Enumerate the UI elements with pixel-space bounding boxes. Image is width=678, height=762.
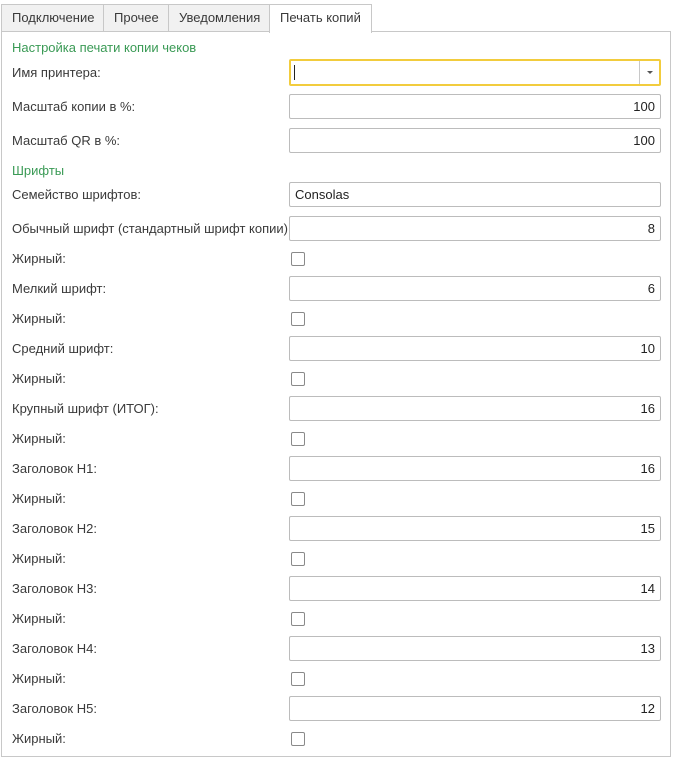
font-size-input[interactable]: 16 <box>289 456 661 481</box>
bold-label: Жирный: <box>12 251 66 266</box>
bold-checkbox[interactable] <box>291 492 305 506</box>
bold-checkbox[interactable] <box>291 552 305 566</box>
bold-checkbox[interactable] <box>291 372 305 386</box>
font-size-input[interactable]: 16 <box>289 396 661 421</box>
font-size-input[interactable]: 15 <box>289 516 661 541</box>
bold-label: Жирный: <box>12 431 66 446</box>
font-size-input[interactable]: 6 <box>289 276 661 301</box>
font-family-label: Семейство шрифтов: <box>12 187 141 202</box>
tab-connection[interactable]: Подключение <box>1 4 106 32</box>
bold-checkbox[interactable] <box>291 732 305 746</box>
qr-scale-label: Масштаб QR в %: <box>12 133 121 148</box>
font-size-input[interactable]: 8 <box>289 216 661 241</box>
bold-checkbox[interactable] <box>291 672 305 686</box>
tab-notifications[interactable]: Уведомления <box>168 4 272 32</box>
bold-checkbox[interactable] <box>291 432 305 446</box>
bold-label: Жирный: <box>12 371 66 386</box>
bold-label: Жирный: <box>12 731 66 746</box>
bold-checkbox[interactable] <box>291 612 305 626</box>
font-size-label: Крупный шрифт (ИТОГ): <box>12 401 159 416</box>
font-size-label: Заголовок H5: <box>12 701 97 716</box>
tab-print-copies[interactable]: Печать копий <box>269 4 372 33</box>
bold-checkbox[interactable] <box>291 252 305 266</box>
font-size-label: Заголовок H3: <box>12 581 97 596</box>
font-size-input[interactable]: 12 <box>289 696 661 721</box>
printer-name-select[interactable] <box>289 59 661 86</box>
font-size-label: Обычный шрифт (стандартный шрифт копии): <box>12 221 292 236</box>
font-family-input[interactable]: Consolas <box>289 182 661 207</box>
section-title-print-copy: Настройка печати копии чеков <box>12 40 197 55</box>
bold-label: Жирный: <box>12 491 66 506</box>
font-size-input[interactable]: 13 <box>289 636 661 661</box>
font-size-label: Мелкий шрифт: <box>12 281 107 296</box>
font-size-label: Средний шрифт: <box>12 341 114 356</box>
text-cursor <box>294 65 295 81</box>
font-size-label: Заголовок H2: <box>12 521 97 536</box>
bold-label: Жирный: <box>12 611 66 626</box>
copy-scale-input[interactable]: 100 <box>289 94 661 119</box>
printer-name-label: Имя принтера: <box>12 65 101 80</box>
qr-scale-input[interactable]: 100 <box>289 128 661 153</box>
tab-other[interactable]: Прочее <box>103 4 170 32</box>
font-size-label: Заголовок H1: <box>12 461 97 476</box>
section-title-fonts: Шрифты <box>12 163 65 178</box>
bold-label: Жирный: <box>12 311 66 326</box>
chevron-down-icon[interactable] <box>639 61 659 84</box>
bold-checkbox[interactable] <box>291 312 305 326</box>
font-size-input[interactable]: 10 <box>289 336 661 361</box>
bold-label: Жирный: <box>12 671 66 686</box>
bold-label: Жирный: <box>12 551 66 566</box>
settings-panel: Настройка печати копии чеков Имя принтер… <box>1 31 671 757</box>
font-size-label: Заголовок H4: <box>12 641 97 656</box>
font-size-input[interactable]: 14 <box>289 576 661 601</box>
copy-scale-label: Масштаб копии в %: <box>12 99 136 114</box>
tab-bar: Подключение Прочее Уведомления Печать ко… <box>0 0 678 33</box>
